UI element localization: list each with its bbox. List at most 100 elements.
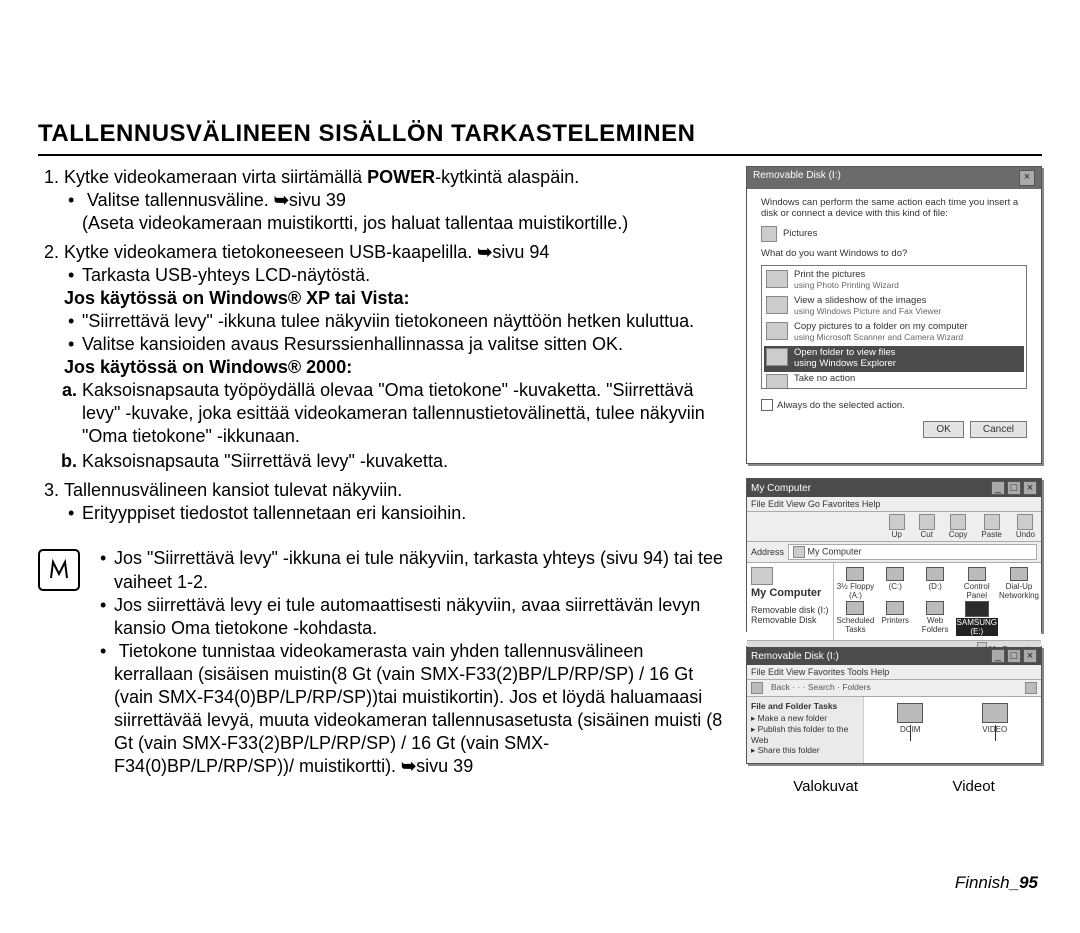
camera-icon [766,322,788,340]
tool-up[interactable]: Up [889,514,905,539]
samsung-drive-icon [965,601,989,617]
pictures-icon [761,226,777,242]
print-icon [766,270,788,288]
copy-icon [950,514,966,530]
back-icon[interactable] [751,682,763,694]
folder-icon [982,703,1008,723]
scheduled-tasks[interactable]: Scheduled Tasks [836,601,875,636]
printer-icon [886,601,904,615]
web-folders[interactable]: Web Folders [916,601,955,636]
window-titlebar: Removable Disk (I:) _ □ × [747,647,1041,665]
page-heading: TALLENNUSVÄLINEEN SISÄLLÖN TARKASTELEMIN… [38,120,1042,148]
autoplay-dialog: Removable Disk (I:) × Windows can perfor… [746,166,1042,464]
step-3: Tallennusvälineen kansiot tulevat näkyvi… [64,479,726,525]
step-1-bullet-1: Valitse tallennusväline. ➥sivu 39 (Aseta… [82,189,726,235]
dialup[interactable]: Dial-Up Networking [999,567,1039,600]
step-2-bullet-1: Tarkasta USB-yhteys LCD-näytöstä. [82,264,726,287]
note-3: Tietokone tunnistaa videokamerasta vain … [114,640,726,778]
toolbar: Back · · · Search · Folders [747,680,1041,697]
tool-undo[interactable]: Undo [1016,514,1035,539]
option-print[interactable]: Print the picturesusing Photo Printing W… [764,268,1024,294]
menu-bar[interactable]: File Edit View Go Favorites Help [747,497,1041,512]
no-action-icon [766,374,788,390]
minimize-icon[interactable]: _ [991,481,1005,495]
tool-cut[interactable]: Cut [919,514,935,539]
minimize-icon[interactable]: _ [991,649,1005,663]
folder-dcim[interactable]: DCIM [897,703,923,734]
views-icon[interactable] [1025,682,1037,694]
web-folder-icon [926,601,944,615]
toolbar: Up Cut Copy Paste Undo [747,512,1041,542]
computer-large-icon [751,567,773,585]
maximize-icon[interactable]: □ [1007,481,1021,495]
toolbar-text[interactable]: Back · · · Search · Folders [771,682,871,694]
close-icon[interactable]: × [1019,170,1035,186]
folder-video[interactable]: VIDEO [982,703,1008,734]
tool-copy[interactable]: Copy [949,514,968,539]
w2000-a: Kaksoisnapsauta työpöydällä olevaa "Oma … [82,379,726,448]
folder-area: DCIM VIDEO [864,697,1041,763]
option-copy[interactable]: Copy pictures to a folder on my computer… [764,320,1024,346]
maximize-icon[interactable]: □ [1007,649,1021,663]
page-footer: Finnish_95 [955,873,1038,893]
option-no-action[interactable]: Take no action [764,372,1024,390]
folder-captions: Valokuvat Videot [746,778,1042,795]
cancel-button[interactable]: Cancel [970,421,1027,438]
printers[interactable]: Printers [876,601,915,636]
ok-button[interactable]: OK [923,421,963,438]
always-checkbox-row[interactable]: Always do the selected action. [761,399,1027,411]
drive-floppy[interactable]: 3½ Floppy (A:) [836,567,875,600]
task-new-folder[interactable]: ▸ Make a new folder [751,713,859,724]
dialog-body: Windows can perform the same action each… [747,189,1041,463]
dialog-title: Removable Disk (I:) [753,170,841,186]
dialog-description: Windows can perform the same action each… [761,197,1027,220]
xp-bullet-1: "Siirrettävä levy" -ikkuna tulee näkyvii… [82,310,726,333]
close-icon[interactable]: × [1023,649,1037,663]
step-1: Kytke videokameraan virta siirtämällä PO… [64,166,726,235]
folder-icon [897,703,923,723]
note-block: Jos "Siirrettävä levy" -ikkuna ei tule n… [38,547,726,777]
hdd-icon [886,567,904,581]
floppy-icon [846,567,864,581]
address-input[interactable]: My Computer [788,544,1037,560]
option-slideshow[interactable]: View a slideshow of the imagesusing Wind… [764,294,1024,320]
address-bar: Address My Computer [747,542,1041,563]
left-column: Kytke videokameraan virta siirtämällä PO… [38,166,726,795]
step-2: Kytke videokamera tietokoneeseen USB-kaa… [64,241,726,473]
note-1: Jos "Siirrettävä levy" -ikkuna ei tule n… [114,547,726,593]
drive-grid: 3½ Floppy (A:) (C:) (D:) Control Panel D… [834,563,1041,640]
step-3-bullet-1: Erityyppiset tiedostot tallennetaan eri … [82,502,726,525]
checkbox-icon[interactable] [761,399,773,411]
drive-d[interactable]: (D:) [916,567,955,600]
tasks-pane: File and Folder Tasks ▸ Make a new folde… [747,697,864,763]
media-row: Pictures [761,226,1027,242]
step-list: Kytke videokameraan virta siirtämällä PO… [38,166,726,525]
caption-videos: Videot [952,778,994,795]
w2000-heading: Jos käytössä on Windows® 2000: [64,356,726,379]
rule [38,154,1042,156]
close-icon[interactable]: × [1023,481,1037,495]
option-open-folder[interactable]: Open folder to view filesusing Windows E… [764,346,1024,372]
samsung-drive[interactable]: SAMSUNG (E:) [956,601,998,636]
caption-photos: Valokuvat [793,778,858,795]
window-titlebar: My Computer _ □ × [747,479,1041,497]
hdd-icon [926,567,944,581]
my-computer-window: My Computer _ □ × File Edit View Go Favo… [746,478,1042,632]
control-panel-icon [968,567,986,581]
control-panel[interactable]: Control Panel [956,567,998,600]
page: TALLENNUSVÄLINEEN SISÄLLÖN TARKASTELEMIN… [0,0,1080,933]
dialog-button-row: OK Cancel [761,421,1027,438]
action-list[interactable]: Print the picturesusing Photo Printing W… [761,265,1027,389]
computer-icon [793,546,805,558]
tool-paste[interactable]: Paste [981,514,1001,539]
info-pane: My Computer Removable disk (I:) Removabl… [747,563,834,640]
menu-bar[interactable]: File Edit View Favorites Tools Help [747,665,1041,680]
cut-icon [919,514,935,530]
undo-icon [1017,514,1033,530]
drive-c[interactable]: (C:) [876,567,915,600]
task-share[interactable]: ▸ Share this folder [751,745,859,756]
task-publish[interactable]: ▸ Publish this folder to the Web [751,724,859,745]
dialog-prompt: What do you want Windows to do? [761,248,1027,259]
w2000-b: Kaksoisnapsauta "Siirrettävä levy" -kuva… [82,450,726,473]
paste-icon [984,514,1000,530]
